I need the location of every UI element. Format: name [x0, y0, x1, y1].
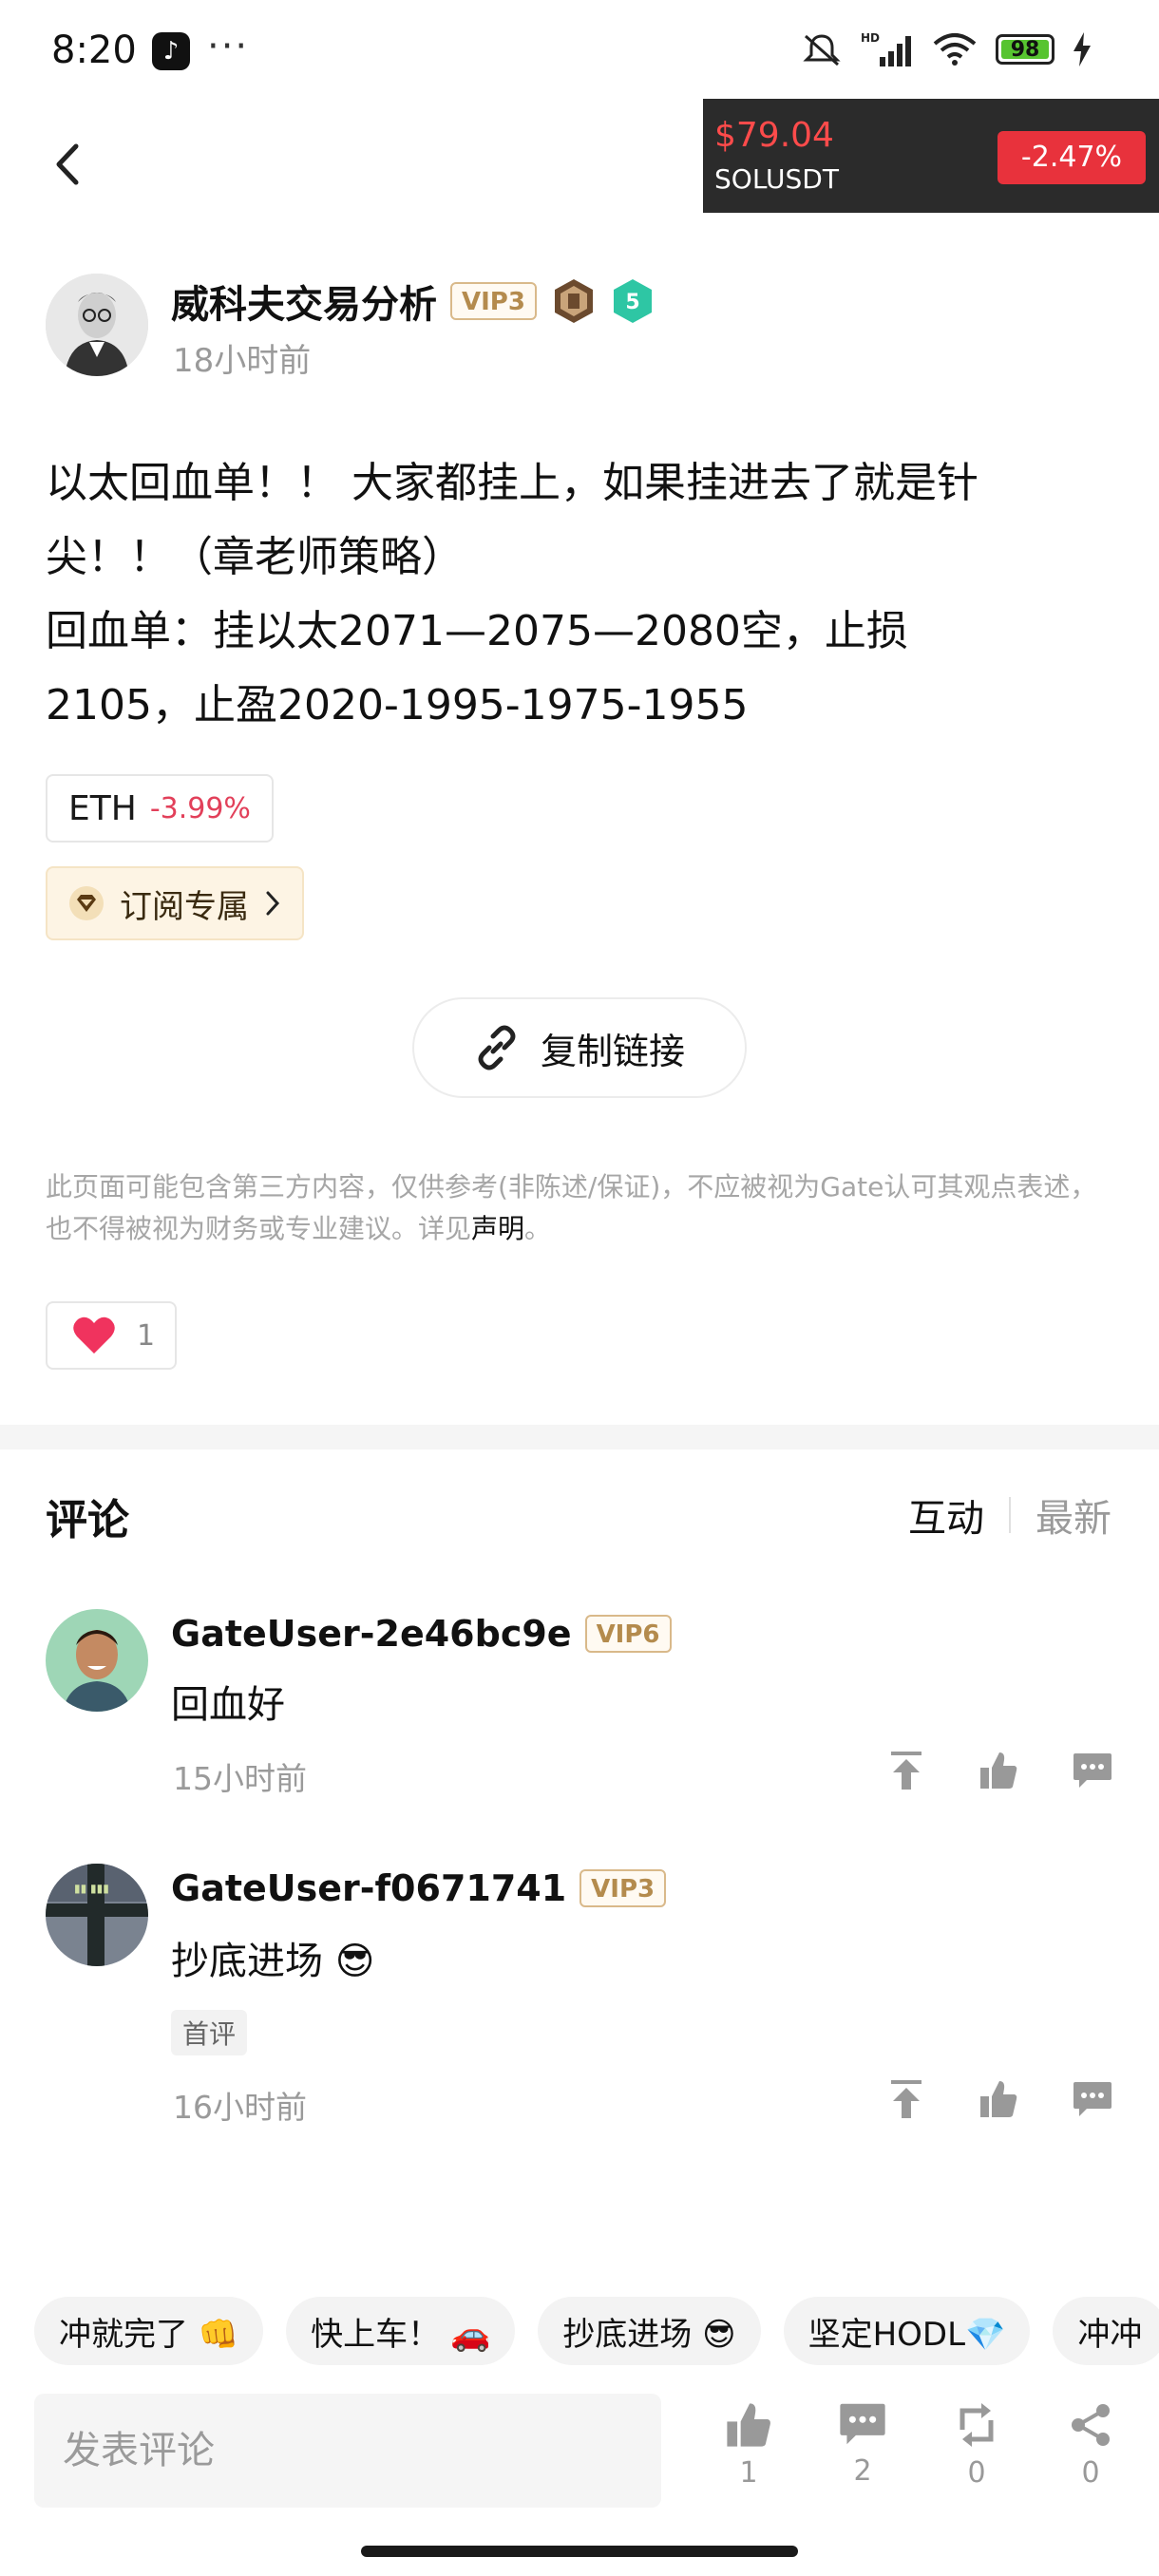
subscribe-button[interactable]: 订阅专属: [46, 866, 304, 940]
disclaimer: 此页面可能包含第三方内容，仅供参考(非陈述/保证)，不应被视为Gate认可其观点…: [46, 1166, 1119, 1250]
comment-input[interactable]: 发表评论: [34, 2394, 661, 2508]
post-line: 尖！！（章老师策略）: [46, 533, 464, 581]
bottom-share[interactable]: 0: [1053, 2401, 1129, 2490]
post-content: 以太回血单！！ 大家都挂上，如果挂进去了就是针 尖！！（章老师策略） 回血单：挂…: [46, 446, 1119, 743]
diamond-icon: [69, 886, 104, 920]
quick-reply-chip[interactable]: 抄底进场 😎: [538, 2297, 761, 2365]
author-name-text: 威科夫交易分析: [171, 283, 437, 327]
author-avatar[interactable]: [46, 274, 148, 376]
svg-text:5: 5: [625, 291, 639, 314]
comment-actions: [887, 1750, 1113, 1791]
eth-coin-tag[interactable]: ETH -3.99%: [46, 774, 274, 843]
vip-badge: VIP3: [580, 1869, 667, 1907]
comment-icon: [840, 2403, 885, 2445]
pin-top-icon[interactable]: [887, 1750, 925, 1791]
sort-separator: [1009, 1497, 1011, 1533]
subscribe-label: 订阅专属: [120, 887, 249, 926]
bottom-like[interactable]: 1: [711, 2401, 787, 2490]
post-line: 回血单：挂以太2071—2075—2080空，止损: [46, 607, 908, 655]
status-icons: HD 98: [800, 30, 1092, 68]
heart-icon: [73, 1316, 115, 1354]
charging-icon: [1074, 32, 1091, 66]
comment-time: 15小时前: [173, 1760, 307, 1797]
bottom-comment[interactable]: 2: [825, 2401, 901, 2488]
home-indicator[interactable]: [361, 2546, 798, 2557]
post-line: 以太回血单！！ 大家都挂上，如果挂进去了就是针: [46, 459, 978, 507]
quick-replies: 冲就完了 👊 快上车！ 🚗 抄底进场 😎 坚定HODL💎 冲冲: [0, 2297, 1159, 2369]
mute-icon: [803, 34, 841, 66]
like-count: 1: [137, 1318, 156, 1353]
repost-icon: [960, 2403, 994, 2447]
vip-badge: VIP3: [450, 282, 537, 320]
comment-icon[interactable]: [1072, 2080, 1113, 2118]
comment-header: GateUser-2e46bc9e VIP6: [171, 1613, 672, 1655]
ticker-symbol: SOLUSDT: [714, 163, 839, 195]
share-icon: [1072, 2404, 1110, 2446]
bottom-repost-count: 0: [967, 2456, 986, 2490]
post-time: 18小时前: [173, 342, 312, 380]
comment-avatar[interactable]: ▮▮ ▮▮▮: [46, 1864, 148, 1966]
comment-header: GateUser-f0671741 VIP3: [171, 1867, 667, 1909]
svg-text:HD: HD: [861, 31, 880, 45]
level-badge: 5: [613, 279, 652, 323]
ticker-widget[interactable]: $79.04 SOLUSDT -2.47%: [703, 99, 1159, 213]
quick-reply-chip[interactable]: 冲冲: [1053, 2297, 1159, 2365]
sort-latest-tab[interactable]: 最新: [1036, 1487, 1112, 1543]
battery-icon: 98: [996, 34, 1054, 65]
like-button[interactable]: 1: [46, 1301, 177, 1370]
bottom-like-count: 1: [739, 2456, 758, 2490]
copy-link-button[interactable]: 复制链接: [412, 997, 747, 1098]
comment-text: 回血好: [171, 1683, 285, 1727]
status-time: 8:20: [51, 28, 137, 72]
comment-user[interactable]: GateUser-f0671741: [171, 1867, 566, 1909]
svg-text:▮▮ ▮▮▮: ▮▮ ▮▮▮: [74, 1882, 109, 1895]
disclaimer-link[interactable]: 声明: [471, 1213, 524, 1244]
copy-link-label: 复制链接: [540, 1030, 685, 1072]
comments-title: 评论: [46, 1496, 129, 1544]
quick-reply-chip[interactable]: 快上车！ 🚗: [286, 2297, 516, 2365]
sort-interactive-tab[interactable]: 互动: [908, 1487, 984, 1543]
vip-badge: VIP6: [584, 1615, 672, 1653]
status-more: ···: [207, 25, 250, 68]
post-line: 2105，止盈2020-1995-1975-1955: [46, 681, 749, 729]
section-divider: [0, 1425, 1159, 1449]
pin-top-icon[interactable]: [887, 2078, 925, 2120]
first-comment-tag: 首评: [171, 2010, 248, 2055]
comment-avatar[interactable]: [46, 1609, 148, 1712]
quick-reply-chip[interactable]: 坚定HODL💎: [783, 2297, 1031, 2365]
coin-change: -3.99%: [149, 791, 251, 825]
wifi-icon: [933, 33, 977, 66]
comment-time: 16小时前: [173, 2089, 307, 2126]
back-icon[interactable]: [49, 141, 87, 188]
coin-symbol: ETH: [68, 788, 137, 828]
thumbs-up-icon[interactable]: [978, 2079, 1018, 2119]
ticker-change-badge: -2.47%: [998, 131, 1146, 184]
quick-reply-chip[interactable]: 冲就完了 👊: [34, 2297, 264, 2365]
disclaimer-end: 。: [524, 1213, 552, 1244]
bottom-share-count: 0: [1081, 2456, 1100, 2490]
bottom-comment-count: 2: [853, 2454, 872, 2488]
medal-icon: [554, 279, 593, 323]
chevron-right-icon: [266, 891, 280, 916]
disclaimer-text: 此页面可能包含第三方内容，仅供参考(非陈述/保证)，不应被视为Gate认可其观点…: [46, 1171, 1097, 1244]
comment-icon[interactable]: [1072, 1752, 1113, 1790]
tiktok-icon: ♪: [152, 32, 190, 70]
comments-sort: 互动 最新: [908, 1487, 1112, 1543]
link-icon: [478, 1025, 516, 1070]
bottom-repost[interactable]: 0: [939, 2401, 1015, 2490]
comment-user[interactable]: GateUser-2e46bc9e: [171, 1613, 572, 1655]
thumbs-up-icon: [727, 2403, 770, 2447]
signal-icon: HD: [861, 31, 911, 66]
comment-text: 抄底进场 😎: [171, 1940, 375, 1983]
ticker-price: $79.04: [714, 116, 834, 155]
comment-actions: [887, 2078, 1113, 2120]
author-name[interactable]: 威科夫交易分析 VIP3 5: [171, 274, 655, 329]
thumbs-up-icon[interactable]: [978, 1751, 1018, 1790]
